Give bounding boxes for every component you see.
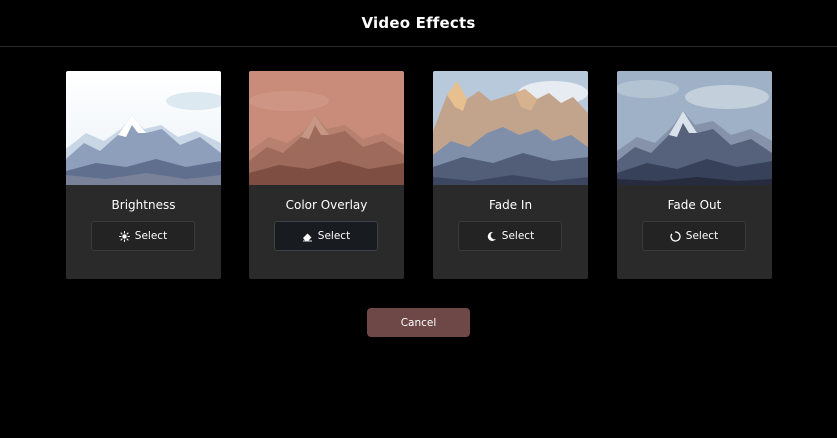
effect-label: Color Overlay xyxy=(285,198,368,212)
effect-preview-color-overlay xyxy=(249,71,404,185)
effect-card-brightness: Brightness Select xyxy=(66,71,221,279)
eraser-icon xyxy=(302,231,313,242)
effect-label: Fade Out xyxy=(667,198,722,212)
select-button-label: Select xyxy=(685,230,719,242)
cancel-button[interactable]: Cancel xyxy=(367,308,470,337)
effect-card-fade-out: Fade Out Select xyxy=(617,71,772,279)
select-button-label: Select xyxy=(317,230,351,242)
circle-notch-icon xyxy=(670,230,681,242)
dialog-header: Video Effects xyxy=(0,0,837,47)
select-button-label: Select xyxy=(134,230,168,242)
select-fade-out-button[interactable]: Select xyxy=(642,221,746,251)
select-button-label: Select xyxy=(501,230,535,242)
moon-icon xyxy=(486,231,497,242)
effect-preview-fade-out xyxy=(617,71,772,185)
effect-label: Brightness xyxy=(111,198,176,212)
select-fade-in-button[interactable]: Select xyxy=(458,221,562,251)
effects-grid: Brightness Select Color Overlay Select F… xyxy=(0,71,837,279)
effect-label: Fade In xyxy=(488,198,533,212)
effect-card-fade-in: Fade In Select xyxy=(433,71,588,279)
select-color-overlay-button[interactable]: Select xyxy=(274,221,378,251)
page-title: Video Effects xyxy=(361,14,476,32)
effect-preview-brightness xyxy=(66,71,221,185)
sun-icon xyxy=(118,230,130,242)
select-brightness-button[interactable]: Select xyxy=(91,221,195,251)
effect-preview-fade-in xyxy=(433,71,588,185)
effect-card-color-overlay: Color Overlay Select xyxy=(249,71,404,279)
